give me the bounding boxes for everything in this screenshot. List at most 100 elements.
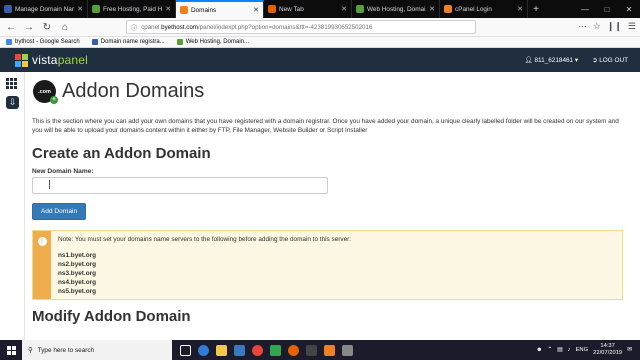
user-menu[interactable]: 👤︎ 811_6218461 ▾	[525, 56, 579, 64]
nameserver-alert: ! Note: You must set your domains name s…	[32, 230, 623, 300]
tab-title: New Tab	[279, 5, 304, 13]
tab-title: Free Hosting, Paid Ho	[103, 5, 163, 13]
tab-close-icon[interactable]: ✕	[165, 5, 171, 13]
bookmark-item[interactable]: Web Hosting, Domain...	[176, 39, 249, 45]
minimize-icon[interactable]: —	[574, 5, 596, 14]
tab-title: cPanel Login	[455, 5, 492, 13]
app-icon-orange[interactable]	[324, 344, 335, 356]
home-icon[interactable]: ⌂	[58, 20, 72, 34]
windows-icon	[6, 345, 16, 355]
browser-tab[interactable]: Free Hosting, Paid Ho ✕	[88, 0, 176, 18]
back-icon[interactable]: ←	[4, 20, 18, 34]
tab-favicon-icon	[4, 5, 12, 13]
notifications-icon[interactable]: ✉	[627, 347, 632, 353]
nameserver-2: ns2.byet.org	[58, 261, 96, 268]
language-indicator[interactable]: ENG	[576, 347, 589, 353]
start-button[interactable]	[0, 340, 22, 360]
taskbar-search[interactable]: ⚲ Type here to search	[22, 340, 172, 360]
browser-tab-strip: Manage Domain Nam ✕ Free Hosting, Paid Ho ✕…	[0, 0, 640, 18]
tab-close-icon[interactable]: ✕	[429, 5, 435, 13]
task-view-icon[interactable]	[180, 344, 191, 356]
modify-domain-heading: Modify Addon Domain	[32, 308, 191, 325]
window-controls: — □ ✕	[574, 0, 640, 18]
close-window-icon[interactable]: ✕	[618, 5, 640, 14]
page-title: Addon Domains	[62, 80, 205, 102]
browser-toolbar: ← → ↻ ⌂ ⓘ cpanel.byethost.com/panel/inde…	[0, 18, 640, 37]
clock[interactable]: 14:37 22/07/2019	[593, 343, 622, 357]
new-domain-label: New Domain Name:	[32, 168, 94, 175]
library-icon[interactable]: ❙❙	[607, 21, 622, 32]
tab-close-icon[interactable]: ✕	[253, 6, 259, 14]
taskbar-apps	[180, 344, 353, 356]
tab-favicon-icon	[444, 5, 452, 13]
volume-icon[interactable]: ♪	[568, 347, 571, 353]
bookmark-favicon-icon	[6, 39, 12, 45]
browser-tab[interactable]: cPanel Login ✕	[440, 0, 528, 18]
screen: Manage Domain Nam ✕ Free Hosting, Paid Ho ✕…	[0, 0, 640, 360]
app-icon-green[interactable]	[270, 344, 281, 356]
apps-grid-icon[interactable]	[6, 78, 19, 89]
create-domain-heading: Create an Addon Domain	[32, 145, 211, 162]
tab-favicon-icon	[356, 5, 364, 13]
alert-bar: !	[33, 231, 51, 299]
intro-text: This is the section where you can add yo…	[32, 118, 619, 134]
tab-close-icon[interactable]: ✕	[341, 5, 347, 13]
browser-tab[interactable]: New Tab ✕	[264, 0, 352, 18]
tab-favicon-icon	[268, 5, 276, 13]
more-actions-icon[interactable]: ⋯	[578, 21, 587, 32]
tab-close-icon[interactable]: ✕	[517, 5, 523, 13]
bookmark-label: bythost - Google Search	[15, 39, 80, 45]
show-hidden-icons[interactable]: ⌃	[547, 347, 552, 353]
logout-button[interactable]: ➲ LOG OUT	[592, 56, 628, 64]
alert-note: Note: You must set your domains name ser…	[58, 236, 352, 243]
nameserver-1: ns1.byet.org	[58, 252, 96, 259]
edge-icon[interactable]	[198, 344, 209, 356]
bookmark-item[interactable]: bythost - Google Search	[6, 39, 80, 45]
bookmark-label: Web Hosting, Domain...	[185, 39, 249, 45]
tab-title: Domains	[191, 6, 217, 14]
info-icon[interactable]: ⓘ	[131, 23, 137, 32]
network-icon[interactable]: ▤	[557, 347, 562, 353]
toolbar-right: ⋯ ☆ ❙❙ ☰	[578, 21, 636, 32]
forward-icon[interactable]: →	[22, 20, 36, 34]
bookmark-favicon-icon	[176, 39, 183, 45]
nameserver-4: ns4.byet.org	[58, 279, 96, 286]
new-domain-input[interactable]	[32, 177, 328, 194]
text-cursor	[49, 180, 50, 189]
tab-favicon-icon	[92, 5, 100, 13]
download-icon[interactable]: ⇩	[6, 96, 19, 109]
com-domain-icon: .com +	[33, 80, 58, 104]
tab-close-icon[interactable]: ✕	[77, 5, 83, 13]
vistapanel-logo[interactable]: vistapanel	[15, 53, 88, 67]
store-icon[interactable]	[234, 344, 245, 356]
header-right: 👤︎ 811_6218461 ▾ ➲ LOG OUT	[525, 56, 628, 64]
file-explorer-icon[interactable]	[216, 344, 227, 356]
browser-tab[interactable]: Domains ✕	[176, 0, 264, 18]
add-domain-button[interactable]: Add Domain	[32, 203, 86, 220]
bookmark-item[interactable]: Domain name registra...	[91, 39, 165, 45]
main-content: .com + Addon Domains This is the section…	[25, 72, 629, 340]
warning-icon: !	[37, 237, 47, 246]
browser-tab[interactable]: Web Hosting, Domai ✕	[352, 0, 440, 18]
new-tab-button[interactable]: +	[528, 0, 544, 18]
bookmark-label: Domain name registra...	[100, 39, 165, 45]
reload-icon[interactable]: ↻	[40, 20, 54, 34]
app-icon-dark[interactable]	[306, 344, 317, 356]
tab-title: Web Hosting, Domai	[367, 5, 426, 13]
bookmarks-bar: bythost - Google Search Domain name regis…	[0, 37, 640, 48]
people-icon[interactable]: ☻	[536, 347, 542, 353]
tab-favicon-icon	[180, 6, 188, 14]
address-bar[interactable]: ⓘ cpanel.byethost.com/panel/indexpl.php?…	[126, 20, 476, 34]
chrome-icon[interactable]	[252, 344, 263, 356]
plus-icon: +	[50, 96, 58, 104]
nameserver-3: ns3.byet.org	[58, 270, 96, 277]
app-icon-grey[interactable]	[342, 344, 353, 356]
panel-header: vistapanel 👤︎ 811_6218461 ▾ ➲ LOG OUT	[0, 48, 640, 72]
bookmark-star-icon[interactable]: ☆	[593, 21, 601, 32]
browser-tab[interactable]: Manage Domain Nam ✕	[0, 0, 88, 18]
nameserver-5: ns5.byet.org	[58, 288, 96, 295]
windows-taskbar: ⚲ Type here to search ☻ ⌃ ▤ ♪ ENG 14:37 …	[0, 340, 640, 360]
menu-icon[interactable]: ☰	[628, 21, 636, 32]
firefox-icon[interactable]	[288, 344, 299, 356]
maximize-icon[interactable]: □	[596, 5, 618, 14]
